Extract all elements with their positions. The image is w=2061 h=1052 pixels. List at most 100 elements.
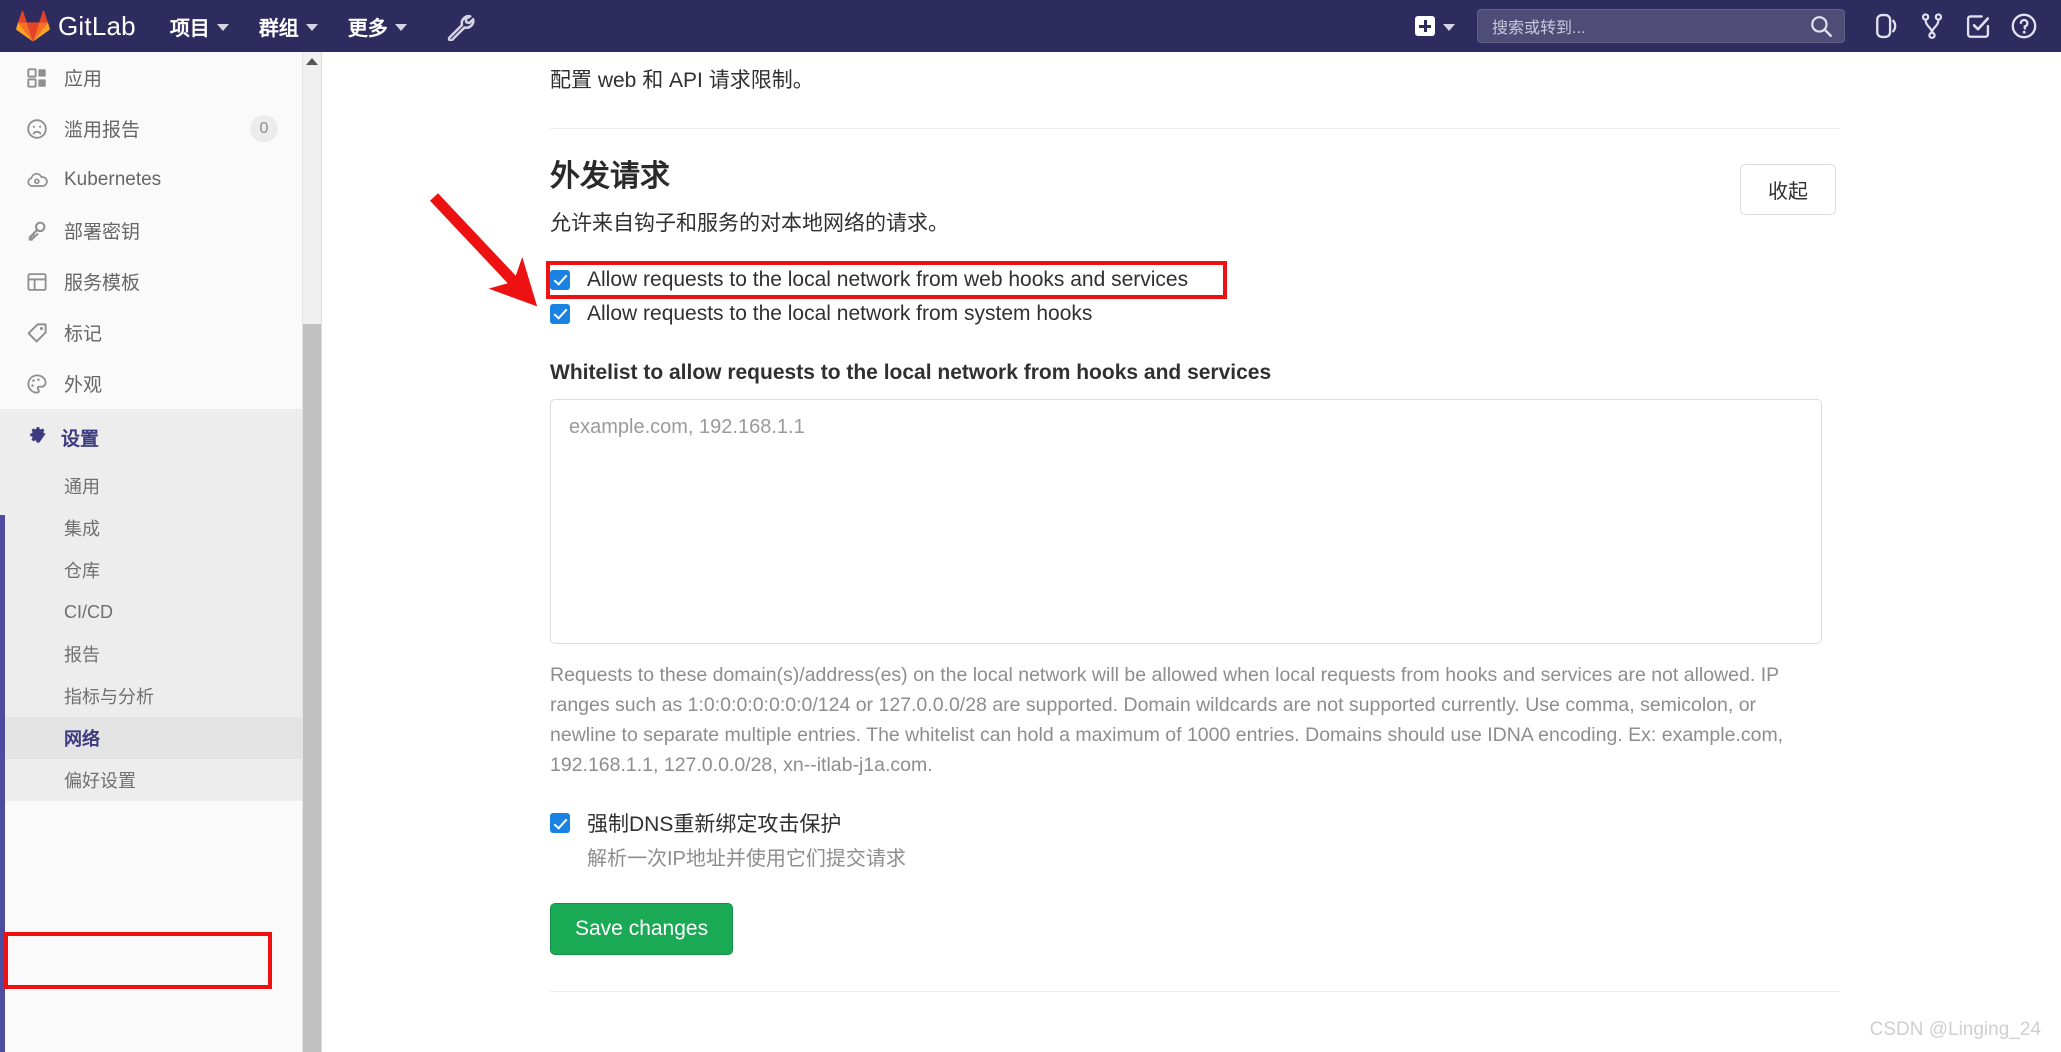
whitelist-field-label: Whitelist to allow requests to the local… [550, 360, 1272, 384]
admin-sidebar: 应用 滥用报告 0 Kubernetes 部署密钥 服务模板 标记 外观 设置 … [0, 52, 303, 1052]
page-title: 外发请求 [550, 160, 670, 193]
sidebar-sublabel: 偏好设置 [64, 771, 136, 791]
key-icon [26, 220, 52, 242]
sidebar-label: 应用 [64, 69, 103, 90]
merge-requests-icon [1921, 13, 1943, 40]
sidebar-item-abuse-reports[interactable]: 滥用报告 0 [0, 103, 302, 154]
todos-button[interactable] [1955, 7, 2001, 45]
dns-rebinding-sublabel: 解析一次IP地址并使用它们提交请求 [587, 848, 906, 871]
label-tag-icon [26, 322, 52, 344]
issues-button[interactable] [1863, 7, 1909, 45]
wrench-icon [447, 14, 475, 41]
section-description: 允许来自钩子和服务的对本地网络的请求。 [550, 211, 949, 235]
divider [550, 128, 1840, 129]
issues-icon [1876, 13, 1897, 39]
dns-rebinding-protection-checkbox[interactable] [550, 813, 570, 834]
applications-icon [26, 67, 52, 89]
sidebar-subitem-repository[interactable]: 仓库 [0, 549, 302, 591]
sidebar-subitem-network[interactable]: 网络 [0, 717, 302, 759]
dns-rebinding-block: 强制DNS重新绑定攻击保护 解析一次IP地址并使用它们提交请求 [550, 806, 1840, 871]
sidebar-scrollbar[interactable] [303, 52, 322, 1052]
checkbox-row-web-hooks[interactable]: Allow requests to the local network from… [550, 263, 1840, 297]
scroll-up-arrow-icon[interactable] [306, 58, 318, 65]
sidebar-sublabel: 网络 [64, 729, 100, 749]
checkbox-label[interactable]: Allow requests to the local network from… [587, 268, 1188, 292]
sidebar-item-settings[interactable]: 设置 [0, 409, 302, 465]
template-icon [26, 271, 52, 293]
sidebar-label: 滥用报告 [64, 120, 141, 141]
sidebar-label: 服务模板 [64, 273, 141, 294]
nav-groups-label: 群组 [258, 17, 299, 40]
search-icon [1811, 16, 1832, 37]
search-input[interactable]: 搜索或转到... [1477, 9, 1845, 43]
sidebar-item-labels[interactable]: 标记 [0, 307, 302, 358]
create-new-button[interactable] [1415, 16, 1455, 36]
help-icon [2011, 13, 2037, 39]
sidebar-item-service-templates[interactable]: 服务模板 [0, 256, 302, 307]
sidebar-sublabel: 仓库 [64, 561, 100, 581]
allow-local-network-webhooks-checkbox[interactable] [550, 269, 570, 290]
chevron-down-icon [305, 24, 318, 31]
chevron-down-icon [1443, 24, 1455, 31]
active-section-indicator [0, 515, 5, 1052]
whitelist-textarea[interactable] [550, 398, 1822, 644]
sidebar-subitem-preferences[interactable]: 偏好设置 [0, 759, 302, 801]
sidebar-label: 标记 [64, 324, 103, 345]
scrollbar-thumb[interactable] [303, 324, 321, 1052]
whitelist-help-text: Requests to these domain(s)/address(es) … [550, 663, 1784, 777]
abuse-reports-count-badge: 0 [250, 115, 278, 142]
brand-name[interactable]: GitLab [58, 11, 136, 42]
sidebar-item-appearance[interactable]: 外观 [0, 358, 302, 409]
save-changes-button[interactable]: Save changes [550, 903, 734, 956]
sidebar-label: Kubernetes [64, 168, 162, 190]
sidebar-sublabel: 集成 [64, 519, 100, 539]
sidebar-subitem-reporting[interactable]: 报告 [0, 633, 302, 675]
sidebar-sublabel: CI/CD [64, 601, 113, 622]
bottom-divider [550, 991, 1840, 993]
sidebar-label: 部署密钥 [64, 222, 141, 243]
page-lead-text: 配置 web 和 API 请求限制。 [550, 69, 814, 92]
sidebar-label: 设置 [61, 428, 100, 450]
appearance-palette-icon [26, 373, 52, 395]
sidebar-sublabel: 指标与分析 [64, 687, 154, 707]
sidebar-item-applications[interactable]: 应用 [0, 52, 302, 103]
sidebar-item-deploy-keys[interactable]: 部署密钥 [0, 205, 302, 256]
checkbox-label[interactable]: Allow requests to the local network from… [587, 302, 1092, 326]
sidebar-sublabel: 通用 [64, 477, 100, 497]
nav-projects-label: 项目 [169, 17, 210, 40]
navbar-right-group: 搜索或转到... [1415, 7, 2047, 45]
sidebar-section-settings: 设置 通用 集成 仓库 CI/CD 报告 指标与分析 网络 偏好设置 [0, 409, 302, 1052]
chevron-down-icon [216, 24, 229, 31]
help-button[interactable] [2001, 7, 2047, 45]
nav-more-label: 更多 [347, 17, 388, 40]
abuse-report-icon [26, 118, 52, 140]
sidebar-subitem-metrics[interactable]: 指标与分析 [0, 675, 302, 717]
nav-more[interactable]: 更多 [348, 12, 407, 41]
nav-projects[interactable]: 项目 [170, 12, 229, 41]
admin-area-button[interactable] [445, 11, 475, 41]
merge-requests-button[interactable] [1909, 7, 1955, 45]
sidebar-subitem-general[interactable]: 通用 [0, 465, 302, 507]
search-placeholder: 搜索或转到... [1492, 20, 1586, 37]
kubernetes-icon [26, 169, 52, 191]
collapse-button[interactable]: 收起 [1740, 164, 1836, 215]
sidebar-subitem-cicd[interactable]: CI/CD [0, 591, 302, 633]
chevron-down-icon [394, 24, 407, 31]
sidebar-label: 外观 [64, 375, 103, 396]
gear-icon [26, 423, 49, 451]
sidebar-item-kubernetes[interactable]: Kubernetes [0, 154, 302, 205]
checkbox-row-dns-rebinding[interactable]: 强制DNS重新绑定攻击保护 [550, 806, 1840, 840]
main-content: 配置 web 和 API 请求限制。 外发请求 允许来自钩子和服务的对本地网络的… [323, 52, 2061, 1052]
plus-icon [1415, 16, 1435, 36]
sidebar-subitem-integrations[interactable]: 集成 [0, 507, 302, 549]
sidebar-sublabel: 报告 [64, 645, 100, 665]
gitlab-tanuki-logo[interactable] [16, 9, 50, 43]
watermark-text: CSDN @Linging_24 [1869, 1019, 2041, 1040]
checkbox-label[interactable]: 强制DNS重新绑定攻击保护 [587, 808, 841, 838]
allow-local-network-system-hooks-checkbox[interactable] [550, 303, 570, 324]
top-navbar: GitLab 项目 群组 更多 搜索或转到... [0, 0, 2061, 52]
todos-icon [1966, 15, 1990, 38]
nav-groups[interactable]: 群组 [259, 12, 318, 41]
outbound-requests-section-header: 外发请求 允许来自钩子和服务的对本地网络的请求。 收起 [550, 160, 1840, 237]
checkbox-row-system-hooks[interactable]: Allow requests to the local network from… [550, 297, 1840, 331]
